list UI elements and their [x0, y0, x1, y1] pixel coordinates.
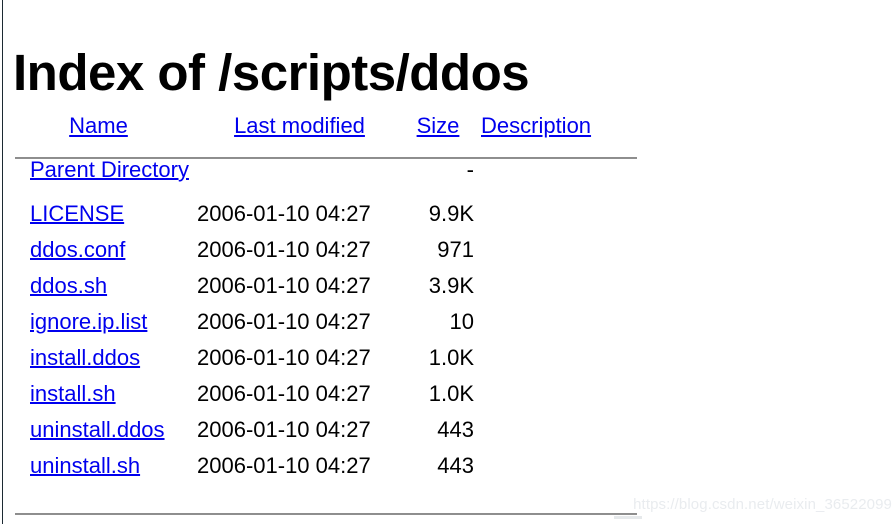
file-link-ignore-ip-list[interactable]: ignore.ip.list — [30, 309, 147, 334]
sort-link-description[interactable]: Description — [481, 113, 591, 138]
file-link-license[interactable]: LICENSE — [30, 201, 124, 226]
row-date-cell: 2006-01-10 04:27 — [197, 345, 371, 370]
column-header-last-modified: Last modified — [197, 108, 402, 144]
row-size-cell: 971 — [437, 237, 474, 262]
directory-table: Name Last modified Size Description Pare… — [0, 108, 624, 484]
file-link-uninstall-ddos[interactable]: uninstall.ddos — [30, 417, 165, 442]
row-size-cell: 443 — [437, 453, 474, 478]
row-size-cell: 10 — [449, 309, 474, 334]
footer-divider — [15, 513, 637, 515]
row-date-cell: 2006-01-10 04:27 — [197, 237, 371, 262]
table-row: uninstall.ddos 2006-01-10 04:27 443 — [0, 412, 624, 448]
row-size-cell: 1.0K — [428, 381, 474, 406]
row-date-cell: 2006-01-10 04:27 — [197, 201, 371, 226]
row-size-cell: 9.9K — [428, 201, 474, 226]
row-date-cell: 2006-01-10 04:27 — [197, 309, 371, 334]
row-description-cell — [474, 376, 624, 412]
row-name-cell: Parent Directory — [0, 144, 197, 196]
row-name-cell: install.sh — [0, 376, 197, 412]
row-description-cell — [474, 412, 624, 448]
row-description-cell — [474, 268, 624, 304]
row-name-cell: install.ddos — [0, 340, 197, 376]
row-description-cell — [474, 144, 624, 196]
row-name-cell: uninstall.ddos — [0, 412, 197, 448]
row-description-cell — [474, 304, 624, 340]
row-date-cell: 2006-01-10 04:27 — [197, 417, 371, 442]
row-date-cell: 2006-01-10 04:27 — [197, 453, 371, 478]
directory-link-parent[interactable]: Parent Directory — [30, 157, 189, 182]
column-header-name: Name — [0, 108, 197, 144]
sort-link-size[interactable]: Size — [417, 113, 460, 138]
row-name-cell: ddos.conf — [0, 232, 197, 268]
file-link-install-sh[interactable]: install.sh — [30, 381, 116, 406]
row-size-cell: 3.9K — [428, 273, 474, 298]
table-row: install.ddos 2006-01-10 04:27 1.0K — [0, 340, 624, 376]
watermark-text: https://blog.csdn.net/weixin_36522099 — [633, 496, 892, 513]
row-description-cell — [474, 196, 624, 232]
sort-link-name[interactable]: Name — [69, 113, 128, 138]
column-header-description: Description — [474, 108, 624, 144]
row-date-cell: 2006-01-10 04:27 — [197, 273, 371, 298]
row-description-cell — [474, 232, 624, 268]
table-header-row: Name Last modified Size Description — [0, 108, 624, 144]
row-name-cell: ignore.ip.list — [0, 304, 197, 340]
row-description-cell — [474, 448, 624, 484]
table-row: ddos.sh 2006-01-10 04:27 3.9K — [0, 268, 624, 304]
row-name-cell: LICENSE — [0, 196, 197, 232]
row-size-cell: 443 — [437, 417, 474, 442]
table-row: LICENSE 2006-01-10 04:27 9.9K — [0, 196, 624, 232]
file-link-install-ddos[interactable]: install.ddos — [30, 345, 140, 370]
file-link-uninstall-sh[interactable]: uninstall.sh — [30, 453, 140, 478]
file-link-ddos-conf[interactable]: ddos.conf — [30, 237, 125, 262]
page-title: Index of /scripts/ddos — [13, 44, 530, 102]
sort-link-last-modified[interactable]: Last modified — [234, 113, 365, 138]
row-size-cell: 1.0K — [428, 345, 474, 370]
row-date-cell: 2006-01-10 04:27 — [197, 381, 371, 406]
file-link-ddos-sh[interactable]: ddos.sh — [30, 273, 107, 298]
table-row: uninstall.sh 2006-01-10 04:27 443 — [0, 448, 624, 484]
watermark-underline — [614, 516, 642, 519]
row-date-cell — [197, 144, 402, 196]
table-row: ddos.conf 2006-01-10 04:27 971 — [0, 232, 624, 268]
table-row: Parent Directory - — [0, 144, 624, 196]
row-description-cell — [474, 340, 624, 376]
row-size-cell: - — [466, 157, 474, 182]
row-name-cell: uninstall.sh — [0, 448, 197, 484]
table-body: Parent Directory - LICENSE 2006-01-10 04… — [0, 144, 624, 484]
column-header-size: Size — [402, 108, 474, 144]
table-row: install.sh 2006-01-10 04:27 1.0K — [0, 376, 624, 412]
row-name-cell: ddos.sh — [0, 268, 197, 304]
table-row: ignore.ip.list 2006-01-10 04:27 10 — [0, 304, 624, 340]
